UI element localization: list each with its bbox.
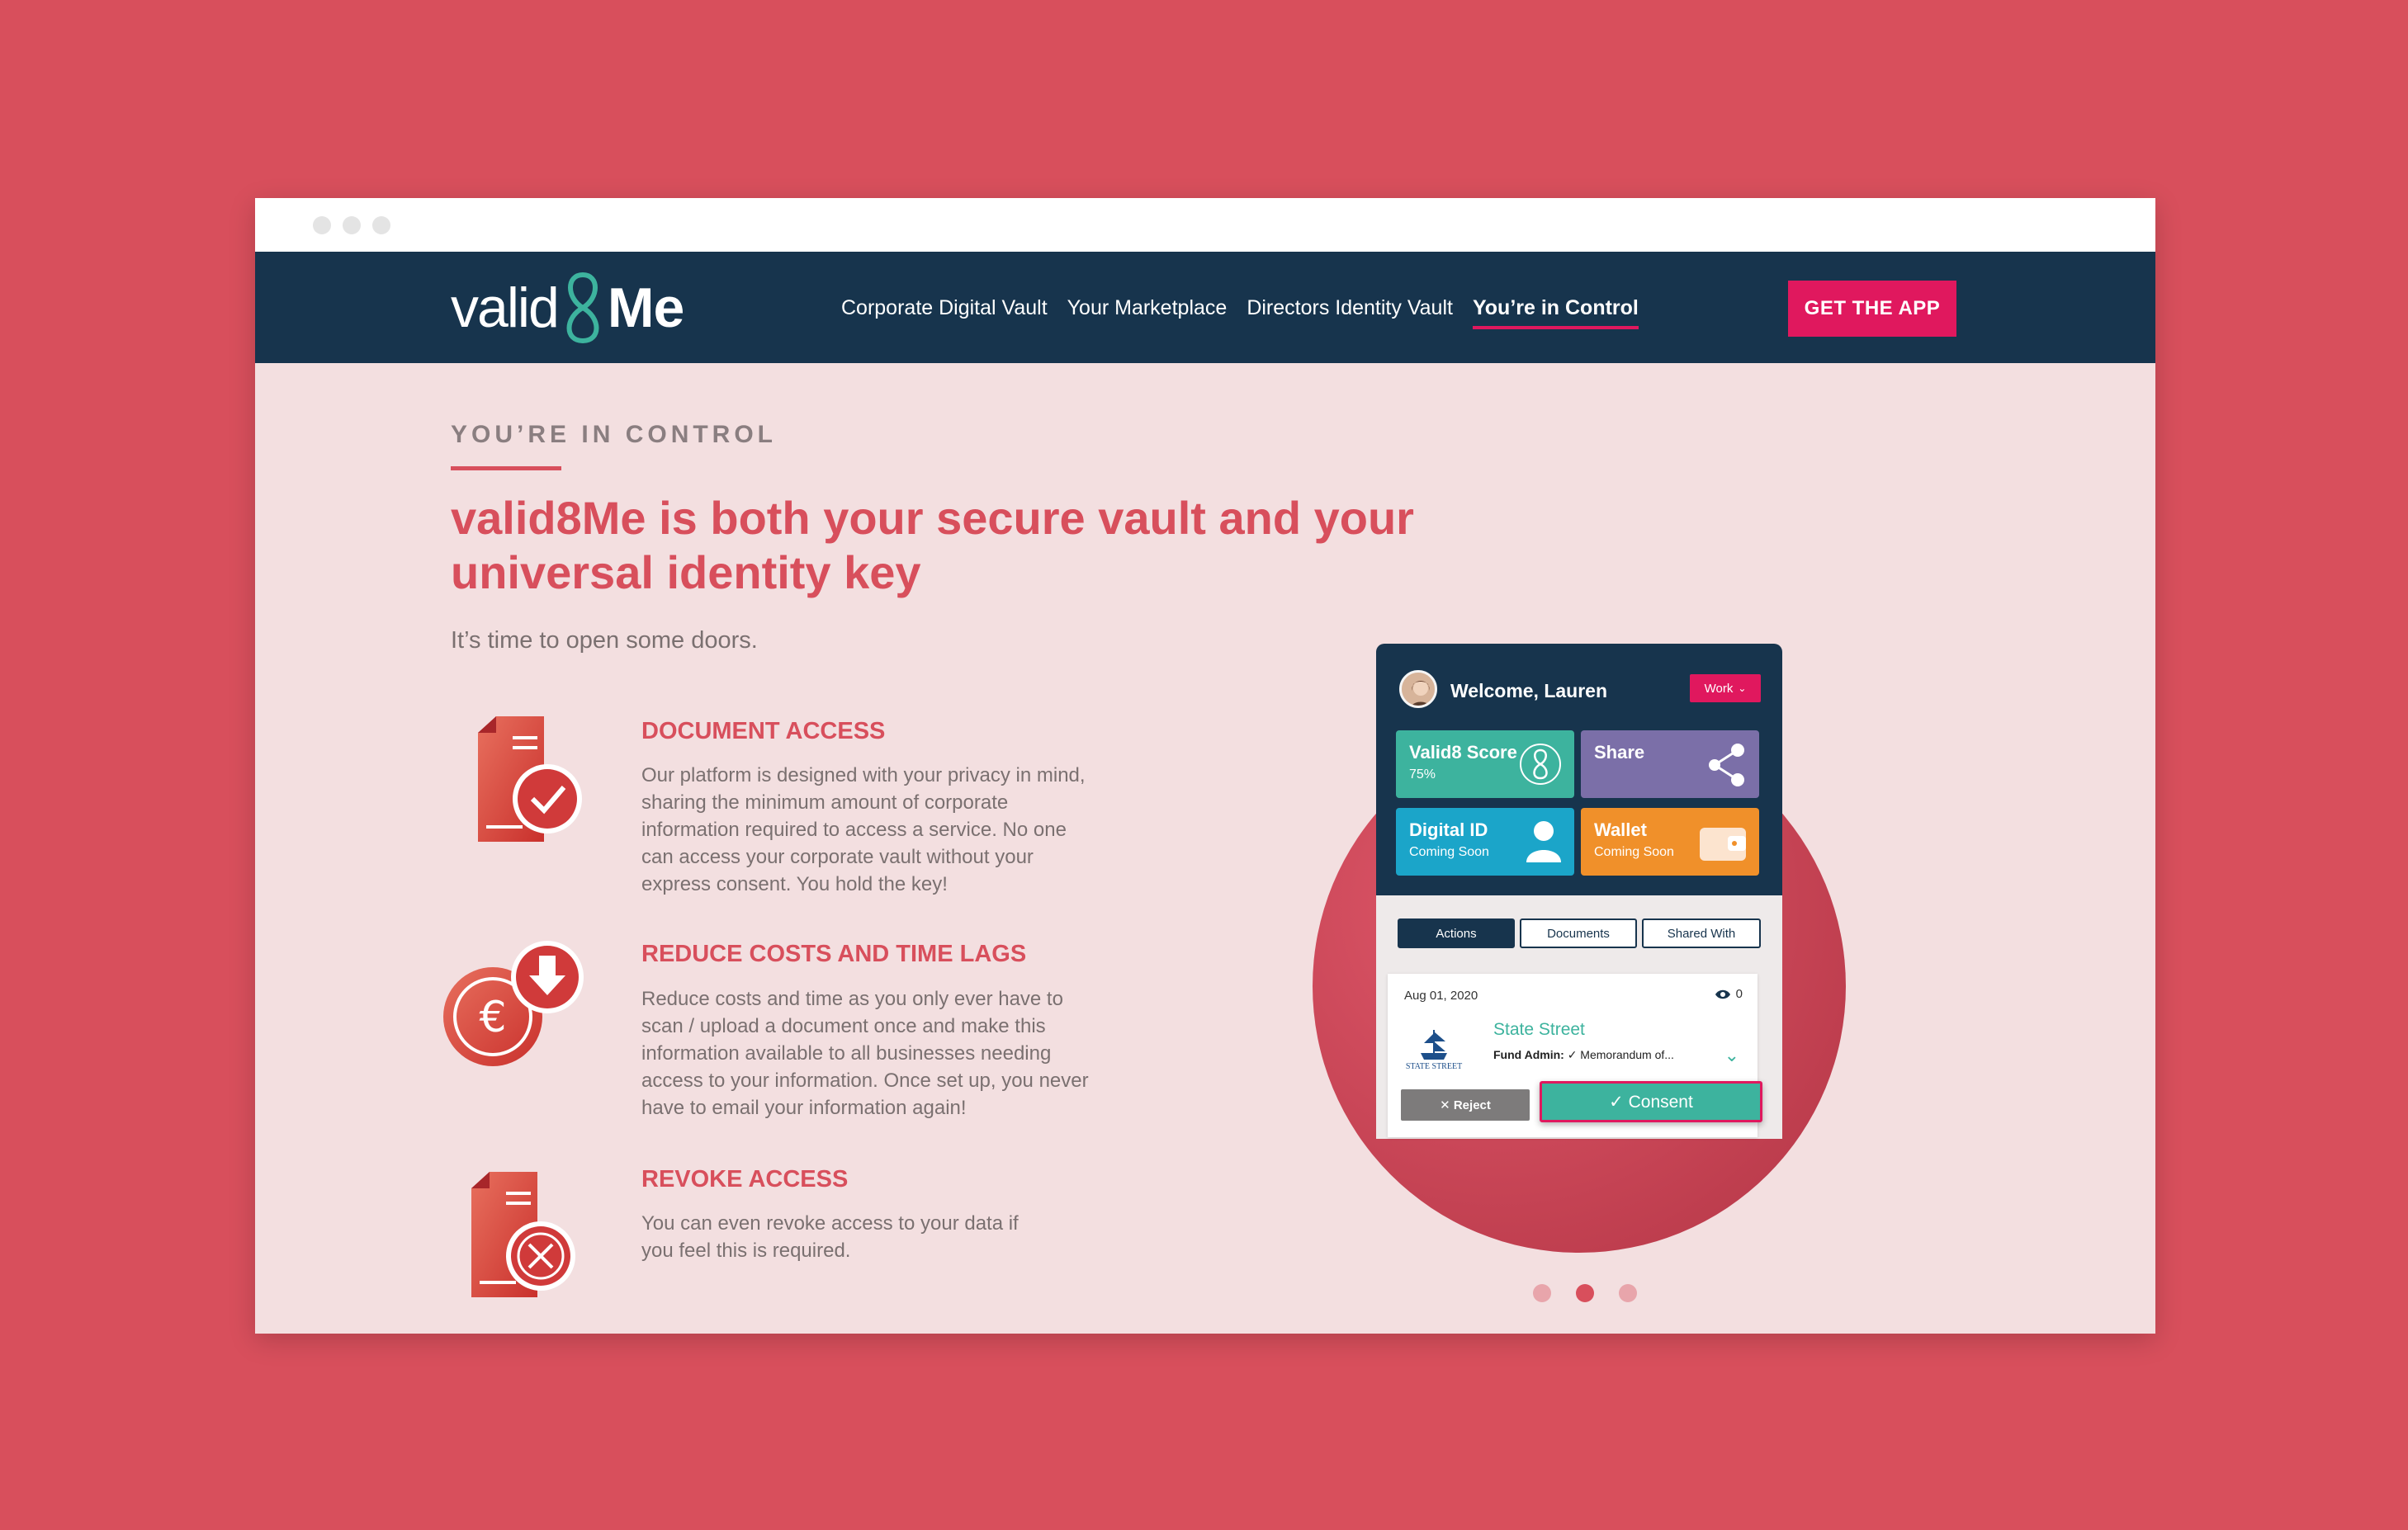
feature-body-document-access: Our platform is designed with your priva… bbox=[641, 764, 1086, 895]
browser-window: valid Me Corporate Digital Vault Your Ma… bbox=[255, 198, 2155, 1334]
eyebrow-underline bbox=[451, 466, 561, 470]
consent-button[interactable]: ✓ Consent bbox=[1540, 1081, 1762, 1122]
nav-directors-identity-vault[interactable]: Directors Identity Vault bbox=[1247, 291, 1453, 324]
feature-body-reduce-costs: Reduce costs and time as you only ever h… bbox=[641, 988, 1089, 1119]
tile-share[interactable]: Share bbox=[1581, 730, 1759, 798]
feature-body-revoke-access: You can even revoke access to your data … bbox=[641, 1212, 1019, 1262]
document-x-icon bbox=[471, 1172, 575, 1297]
tile-title: Valid8 Score bbox=[1409, 742, 1517, 763]
tile-title: Wallet bbox=[1594, 819, 1647, 840]
page-subline: It’s time to open some doors. bbox=[451, 627, 758, 654]
carousel-dot-3[interactable] bbox=[1619, 1284, 1637, 1302]
share-icon bbox=[1709, 744, 1744, 786]
profile-select[interactable]: Work ⌄ bbox=[1690, 674, 1761, 702]
document-check-icon bbox=[478, 716, 582, 842]
feature-title-revoke-access: REVOKE ACCESS bbox=[641, 1166, 849, 1192]
feature-title-reduce-costs: REDUCE COSTS AND TIME LAGS bbox=[641, 941, 1027, 967]
view-count-value: 0 bbox=[1735, 987, 1743, 1001]
logo-text-me: Me bbox=[607, 276, 684, 339]
fund-line: Fund Admin: ✓ Memorandum of... bbox=[1493, 1048, 1674, 1062]
carousel-dot-1[interactable] bbox=[1533, 1284, 1551, 1302]
state-street-logo-text: STATE STREET bbox=[1405, 1062, 1463, 1071]
tile-subtitle: 75% bbox=[1409, 767, 1436, 782]
consent-request-card: Aug 01, 2020 0 STATE STREET State Street bbox=[1388, 974, 1762, 1137]
expand-chevron-icon[interactable]: ⌄ bbox=[1724, 1045, 1739, 1066]
app-mockup: Welcome, Lauren Work ⌄ Valid8 Score 75% … bbox=[1376, 644, 1782, 1139]
fund-label: Fund Admin: bbox=[1493, 1048, 1564, 1061]
carousel-dot-2[interactable] bbox=[1576, 1284, 1594, 1302]
feature-title-document-access: DOCUMENT ACCESS bbox=[641, 718, 886, 744]
logo-text-valid: valid bbox=[451, 276, 560, 339]
view-count: 0 bbox=[1715, 987, 1743, 1001]
chevron-down-icon: ⌄ bbox=[1738, 682, 1747, 694]
avatar bbox=[1399, 670, 1437, 708]
window-minimize-dot[interactable] bbox=[343, 216, 361, 234]
avatar-photo-icon bbox=[1402, 673, 1435, 706]
nav-youre-in-control[interactable]: You’re in Control bbox=[1472, 291, 1639, 329]
state-street-logo: STATE STREET bbox=[1403, 1023, 1465, 1073]
tab-shared-with[interactable]: Shared With bbox=[1642, 918, 1761, 948]
tab-actions[interactable]: Actions bbox=[1398, 918, 1515, 948]
site-header: valid Me Corporate Digital Vault Your Ma… bbox=[255, 252, 2155, 363]
tile-valid8-score[interactable]: Valid8 Score 75% bbox=[1396, 730, 1574, 798]
reject-button[interactable]: ✕ Reject bbox=[1401, 1089, 1530, 1121]
request-date: Aug 01, 2020 bbox=[1404, 989, 1478, 1003]
window-close-dot[interactable] bbox=[313, 216, 331, 234]
main-nav: Corporate Digital Vault Your Marketplace… bbox=[841, 252, 1658, 363]
fund-value: ✓ Memorandum of... bbox=[1567, 1048, 1674, 1061]
euro-download-icon: € bbox=[443, 941, 584, 1066]
welcome-text: Welcome, Lauren bbox=[1450, 680, 1608, 701]
person-icon bbox=[1526, 821, 1561, 862]
tile-digital-id[interactable]: Digital ID Coming Soon bbox=[1396, 808, 1574, 876]
logo-eight-icon bbox=[566, 272, 599, 344]
get-the-app-button[interactable]: GET THE APP bbox=[1788, 281, 1956, 337]
score-icon bbox=[1520, 744, 1561, 785]
company-name: State Street bbox=[1493, 1020, 1585, 1039]
browser-titlebar bbox=[255, 198, 2155, 252]
tile-title: Share bbox=[1594, 742, 1645, 763]
tile-wallet[interactable]: Wallet Coming Soon bbox=[1581, 808, 1759, 876]
wallet-icon bbox=[1700, 828, 1746, 861]
app-dashboard-header: Welcome, Lauren Work ⌄ Valid8 Score 75% … bbox=[1376, 644, 1782, 895]
profile-select-label: Work bbox=[1704, 681, 1734, 696]
tile-title: Digital ID bbox=[1409, 819, 1488, 840]
nav-your-marketplace[interactable]: Your Marketplace bbox=[1067, 291, 1228, 324]
tile-subtitle: Coming Soon bbox=[1409, 845, 1489, 859]
window-maximize-dot[interactable] bbox=[372, 216, 390, 234]
tab-documents[interactable]: Documents bbox=[1520, 918, 1637, 948]
tile-subtitle: Coming Soon bbox=[1594, 845, 1674, 859]
page-headline: valid8Me is both your secure vault and y… bbox=[451, 492, 1414, 598]
nav-corporate-digital-vault[interactable]: Corporate Digital Vault bbox=[841, 291, 1048, 324]
svg-text:€: € bbox=[479, 993, 506, 1042]
eye-icon bbox=[1715, 989, 1730, 999]
valid8me-logo[interactable]: valid Me bbox=[451, 272, 684, 344]
section-eyebrow: YOU’RE IN CONTROL bbox=[451, 421, 778, 448]
